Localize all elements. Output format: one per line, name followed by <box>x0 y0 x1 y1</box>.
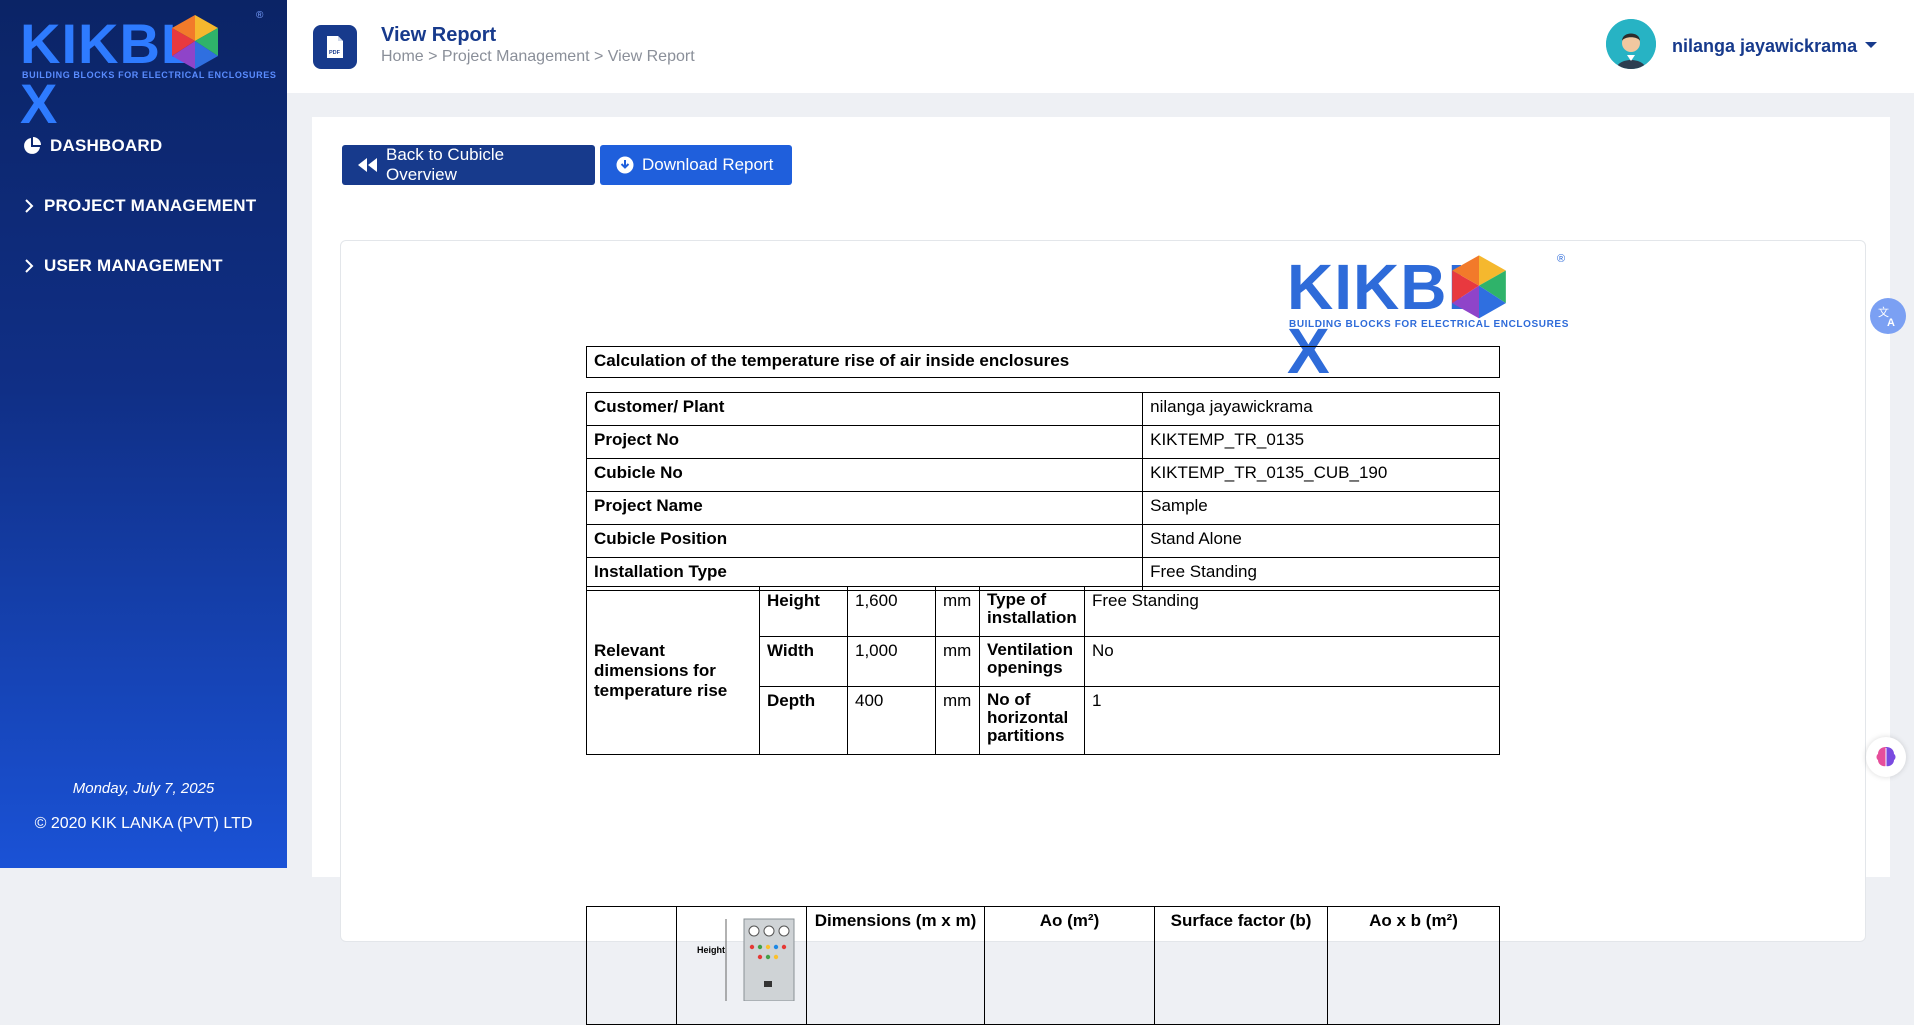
property-label: No of horizontal partitions <box>979 686 1085 755</box>
column-header: Ao x b (m²) <box>1327 906 1500 1025</box>
registered-mark: ® <box>1557 253 1566 265</box>
avatar[interactable] <box>1606 19 1656 69</box>
property-value: No <box>1084 636 1500 687</box>
surface-area-table: Height Dimensions (m x m) Ao (m²) Surfac… <box>586 906 1500 1025</box>
table-row: Project No KIKTEMP_TR_0135 <box>585 425 1500 459</box>
svg-text:PDF: PDF <box>329 50 341 56</box>
info-label: Customer/ Plant <box>585 392 1144 426</box>
registered-mark: ® <box>256 10 264 21</box>
column-header: Surface factor (b) <box>1154 906 1328 1025</box>
user-name[interactable]: nilanga jayawickrama <box>1672 36 1857 57</box>
property-value: Free Standing <box>1084 586 1500 637</box>
table-row: Cubicle Position Stand Alone <box>585 524 1500 558</box>
breadcrumb[interactable]: Home > Project Management > View Report <box>381 48 695 66</box>
column-header: Dimensions (m x m) <box>806 906 985 1025</box>
property-value: 1 <box>1084 686 1500 755</box>
info-value: Sample <box>1142 491 1500 525</box>
dimension-name: Width <box>759 636 848 687</box>
sidebar-item-user-management[interactable]: USER MANAGEMENT <box>0 250 287 282</box>
sidebar-item-label: DASHBOARD <box>50 136 163 155</box>
back-to-cubicle-overview-button[interactable]: Back to Cubicle Overview <box>342 145 595 185</box>
download-icon <box>616 156 634 174</box>
dimensions-group-label: Relevant dimensions for temperature rise <box>586 586 760 755</box>
table-row: Relevant dimensions for temperature rise… <box>586 586 1500 755</box>
enclosure-image-cell: Height <box>676 906 807 1025</box>
current-date: Monday, July 7, 2025 <box>72 780 215 797</box>
dimension-unit: mm <box>935 636 980 687</box>
property-label: Ventilation openings <box>979 636 1085 687</box>
dimension-value: 1,000 <box>847 636 936 687</box>
sidebar-item-label: USER MANAGEMENT <box>44 256 223 275</box>
enclosure-image <box>725 918 794 1001</box>
back-button-label: Back to Cubicle Overview <box>386 145 505 184</box>
dimension-value: 400 <box>847 686 936 755</box>
sidebar-item-project-management[interactable]: PROJECT MANAGEMENT <box>0 190 287 222</box>
property-label: Type of installation <box>979 586 1085 637</box>
dimension-name: Height <box>759 586 848 637</box>
report-title-table: Calculation of the temperature rise of a… <box>586 346 1500 378</box>
info-label: Project Name <box>585 491 1144 525</box>
info-label: Cubicle No <box>585 458 1144 492</box>
logo-hexagon-icon <box>172 15 218 69</box>
info-value: Stand Alone <box>1142 524 1500 558</box>
page-title: View Report <box>381 24 497 46</box>
translate-icon[interactable]: 文A <box>1870 298 1906 334</box>
report-logo-hexagon-icon <box>1452 255 1506 319</box>
sidebar-nav: DASHBOARD PROJECT MANAGEMENT USER MANAGE… <box>0 130 287 310</box>
dimensions-table: Relevant dimensions for temperature rise… <box>586 586 1500 755</box>
svg-text:A: A <box>1887 317 1895 328</box>
table-row: Project Name Sample <box>585 491 1500 525</box>
info-value: nilanga jayawickrama <box>1142 392 1500 426</box>
brand-logo[interactable]: KIKBLX ® BUILDING BLOCKS FOR ELECTRICAL … <box>20 10 276 134</box>
pdf-file-icon: PDF <box>313 25 357 69</box>
copyright-text: © 2020 KIK LANKA (PVT) LTD <box>34 815 253 832</box>
info-value: KIKTEMP_TR_0135_CUB_190 <box>1142 458 1500 492</box>
empty-header-cell <box>586 906 677 1025</box>
table-row: Height Dimensions (m x m) Ao (m²) Surfac… <box>586 906 1500 1025</box>
report-title: Calculation of the temperature rise of a… <box>586 346 1500 378</box>
table-row: Customer/ Plant nilanga jayawickrama <box>585 392 1500 426</box>
download-button-label: Download Report <box>642 155 774 174</box>
caret-down-icon[interactable] <box>1864 40 1878 50</box>
sidebar-item-dashboard[interactable]: DASHBOARD <box>0 130 287 162</box>
chevron-right-icon <box>22 256 36 276</box>
report-info-table: Customer/ Plant nilanga jayawickrama Pro… <box>585 392 1500 591</box>
table-row: Cubicle No KIKTEMP_TR_0135_CUB_190 <box>585 458 1500 492</box>
info-label: Project No <box>585 425 1144 459</box>
top-header: PDF View Report Home > Project Managemen… <box>287 0 1914 93</box>
download-report-button[interactable]: Download Report <box>600 145 792 185</box>
sidebar-item-label: PROJECT MANAGEMENT <box>44 196 257 215</box>
logo-tagline: BUILDING BLOCKS FOR ELECTRICAL ENCLOSURE… <box>22 70 277 80</box>
column-header: Ao (m²) <box>984 906 1155 1025</box>
backward-icon <box>358 158 378 172</box>
dimension-value: 1,600 <box>847 586 936 637</box>
info-label: Cubicle Position <box>585 524 1144 558</box>
report-logo-tagline: BUILDING BLOCKS FOR ELECTRICAL ENCLOSURE… <box>1289 319 1569 330</box>
report-logo: KIKBLX ® BUILDING BLOCKS FOR ELECTRICAL … <box>1287 253 1569 383</box>
dimension-name: Depth <box>759 686 848 755</box>
dimension-unit: mm <box>935 586 980 637</box>
report-document: KIKBLX ® BUILDING BLOCKS FOR ELECTRICAL … <box>340 240 1866 1025</box>
sidebar: KIKBLX ® BUILDING BLOCKS FOR ELECTRICAL … <box>0 0 287 868</box>
pie-chart-icon <box>22 136 42 156</box>
ai-assistant-brain-icon[interactable] <box>1866 737 1906 777</box>
report-card: Back to Cubicle Overview Download Report… <box>312 117 1890 1025</box>
height-annotation: Height <box>697 945 725 955</box>
chevron-right-icon <box>22 196 36 216</box>
info-value: KIKTEMP_TR_0135 <box>1142 425 1500 459</box>
dimension-unit: mm <box>935 686 980 755</box>
